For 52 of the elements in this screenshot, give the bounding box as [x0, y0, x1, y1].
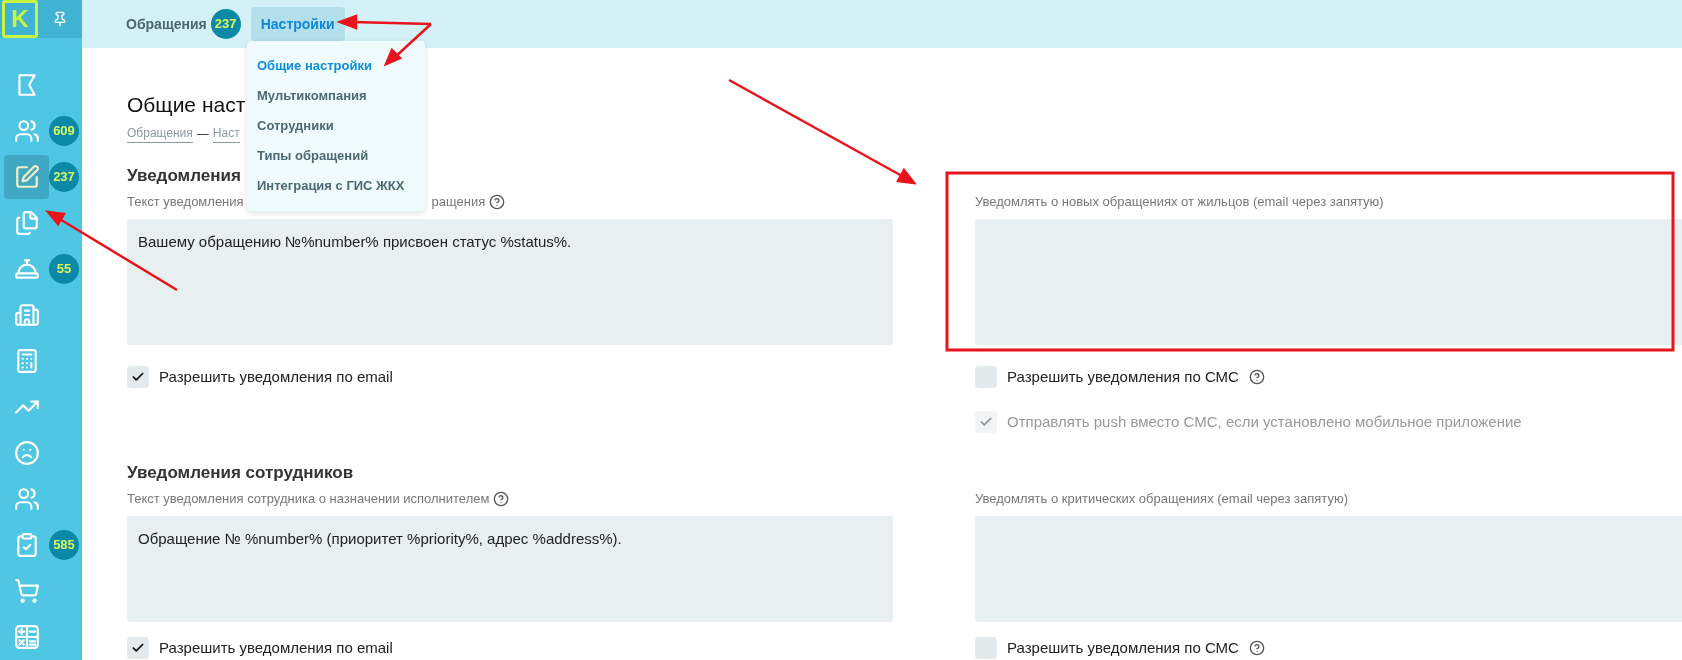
- pin-icon[interactable]: [52, 11, 68, 27]
- count-badge: 237: [210, 9, 241, 39]
- checkbox-label: Отправлять push вместо СМС, если установлено мобильное приложение: [1007, 411, 1522, 432]
- check-icon: [131, 641, 145, 655]
- menu-item[interactable]: Интеграция с ГИС ЖКХ: [247, 171, 425, 201]
- count-badge: 237: [49, 162, 79, 192]
- menu-item[interactable]: Общие настройки: [247, 51, 425, 81]
- field-label: ращения: [431, 193, 486, 212]
- text-field[interactable]: Вашему обращению №%number% присвоен статус %status%.: [127, 219, 893, 345]
- section-heading: Уведомления сотрудников: [127, 462, 354, 484]
- cart-icon: [13, 578, 40, 604]
- building-icon: [13, 302, 40, 328]
- breadcrumb-separator: —: [196, 125, 209, 143]
- breadcrumb-link[interactable]: Обращения: [127, 124, 193, 143]
- edit-icon: [13, 164, 40, 190]
- help-icon[interactable]: [1248, 369, 1265, 385]
- checkbox[interactable]: [975, 637, 997, 659]
- documents-icon: [13, 210, 40, 236]
- count-badge: 609: [49, 116, 79, 146]
- checkbox-label: Разрешить уведомления по email: [159, 366, 393, 387]
- sad-face-icon: [13, 440, 40, 466]
- menu-item[interactable]: Сотрудники: [247, 111, 425, 141]
- check-icon: [131, 370, 145, 384]
- nav-item[interactable]: [4, 155, 49, 199]
- check-icon: [979, 415, 993, 429]
- people-icon: [13, 118, 40, 144]
- nav-tab[interactable]: Обращения: [126, 7, 207, 41]
- field-label: Текст уведомления сотрудника о назначении исполнителем: [127, 490, 490, 509]
- breadcrumb-link[interactable]: Наст: [212, 124, 240, 143]
- reception-bell-icon: [13, 256, 40, 282]
- help-icon[interactable]: [489, 194, 506, 210]
- count-badge: 55: [49, 254, 79, 284]
- text-field[interactable]: Обращение № %number% (приоритет %priority%, адрес %address%).: [127, 516, 893, 622]
- checkbox-label: Разрешить уведомления по email: [159, 637, 393, 658]
- checkbox-label: Разрешить уведомления по СМС: [1007, 637, 1239, 658]
- checkbox[interactable]: [127, 366, 149, 388]
- text-field[interactable]: [975, 219, 1682, 345]
- page-title: Общие наст: [127, 92, 246, 118]
- field-label: Уведомлять о новых обращениях от жильцов (email через запятую): [975, 193, 1384, 212]
- checkbox-label: Разрешить уведомления по СМС: [1007, 366, 1239, 387]
- help-icon[interactable]: [1248, 640, 1265, 656]
- help-icon[interactable]: [493, 491, 510, 507]
- checkbox[interactable]: [975, 366, 997, 388]
- menu-item[interactable]: Мультикомпания: [247, 81, 425, 111]
- section-heading: Уведомления: [127, 165, 241, 187]
- checkbox[interactable]: [127, 637, 149, 659]
- menu-item[interactable]: Типы обращений: [247, 141, 425, 171]
- field-label: Уведомлять о критических обращениях (email через запятую): [975, 490, 1348, 509]
- count-badge: 585: [49, 530, 79, 560]
- team-icon: [13, 486, 40, 512]
- field-label: Текст уведомления: [127, 193, 244, 212]
- math-icon: [13, 624, 40, 650]
